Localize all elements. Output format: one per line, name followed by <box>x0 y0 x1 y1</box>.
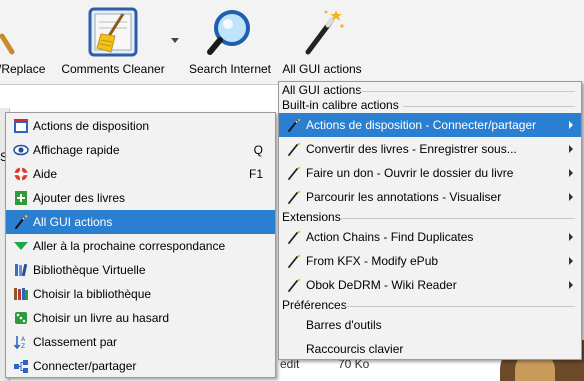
magic-wand-icon <box>288 166 301 180</box>
replace-label: /Replace <box>0 62 46 76</box>
magic-wand-icon <box>288 278 301 292</box>
menu-item-add-books[interactable]: Ajouter des livres <box>6 186 275 210</box>
submenu-item-label: Convertir des livres - Enregistrer sous.… <box>306 142 517 156</box>
comments-cleaner-button[interactable]: Comments Cleaner <box>58 0 168 84</box>
submenu-item-toolbars[interactable]: Barres d'outils <box>279 313 581 337</box>
menu-item-label: Choisir la bibliothèque <box>33 287 152 301</box>
submenu-item-label: Parcourir les annotations - Visualiser <box>306 190 502 204</box>
separator <box>341 218 575 219</box>
submenu-item-label: Barres d'outils <box>306 318 382 332</box>
all-gui-actions-label: All GUI actions <box>282 62 362 76</box>
section-preferences: Préférences <box>282 298 347 312</box>
menu-item-connect-share[interactable]: Connecter/partager <box>6 354 275 378</box>
add-book-icon <box>15 191 27 205</box>
main-toolbar: /Replace Comments Cleaner Search Interne… <box>0 0 584 84</box>
lifebuoy-icon <box>14 167 28 181</box>
menu-item-sort-by[interactable]: A Z Classement par <box>6 330 275 354</box>
menu-item-choose-library[interactable]: Choisir la bibliothèque <box>6 282 275 306</box>
magic-wand-icon <box>288 142 301 156</box>
submenu-item-donate-open-folder[interactable]: Faire un don - Ouvrir le dossier du livr… <box>279 161 581 185</box>
menu-item-all-gui-actions[interactable]: All GUI actions <box>6 210 275 234</box>
submenu-item-layout-connect[interactable]: Actions de disposition - Connecter/parta… <box>279 113 581 137</box>
menu-item-virtual-library[interactable]: Bibliothèque Virtuelle <box>6 258 275 282</box>
eye-icon <box>13 144 29 156</box>
section-extensions: Extensions <box>282 210 341 224</box>
all-gui-actions-submenu: All GUI actions Built-in calibre actions… <box>278 81 582 360</box>
svg-text:Z: Z <box>21 343 25 350</box>
search-internet-label: Search Internet <box>188 62 272 76</box>
all-gui-actions-button[interactable]: All GUI actions <box>278 0 366 84</box>
magic-wand-icon <box>305 10 344 55</box>
submenu-item-label: From KFX - Modify ePub <box>306 254 439 268</box>
menu-item-label: Choisir un livre au hasard <box>33 311 170 325</box>
chevron-right-icon <box>569 233 573 241</box>
magic-wand-icon <box>288 230 301 244</box>
separator <box>403 106 575 107</box>
search-internet-button[interactable]: Search Internet <box>186 0 274 84</box>
separator <box>359 91 575 92</box>
library-icon <box>14 288 28 300</box>
menu-item-label: Bibliothèque Virtuelle <box>33 263 146 277</box>
submenu-item-action-chains[interactable]: Action Chains - Find Duplicates <box>279 225 581 249</box>
menu-item-shortcut: Q <box>253 143 263 157</box>
menu-item-label: Ajouter des livres <box>33 191 126 205</box>
dice-icon <box>15 312 27 324</box>
magic-wand-icon <box>288 254 301 268</box>
comments-cleaner-label: Comments Cleaner <box>61 62 165 76</box>
broom-partial-icon <box>0 33 15 55</box>
separator <box>345 306 575 307</box>
menu-item-random-book[interactable]: Choisir un livre au hasard <box>6 306 275 330</box>
submenu-item-label: Obok DeDRM - Wiki Reader <box>306 278 457 292</box>
green-arrow-down-icon <box>14 242 28 250</box>
submenu-item-convert-save[interactable]: Convertir des livres - Enregistrer sous.… <box>279 137 581 161</box>
submenu-item-label: Action Chains - Find Duplicates <box>306 230 474 244</box>
submenu-item-label: Actions de disposition - Connecter/parta… <box>306 118 537 132</box>
magic-wand-icon <box>15 215 28 229</box>
chevron-right-icon <box>569 193 573 201</box>
comments-cleaner-dropdown-arrow[interactable] <box>171 38 179 43</box>
chevron-right-icon <box>569 281 573 289</box>
magic-wand-icon <box>288 190 301 204</box>
submenu-item-label: Faire un don - Ouvrir le dossier du livr… <box>306 166 514 180</box>
chevron-right-icon <box>569 121 573 129</box>
section-builtin: Built-in calibre actions <box>282 98 399 112</box>
menu-item-layout-actions[interactable]: Actions de disposition <box>6 114 275 138</box>
broom-icon <box>88 7 138 57</box>
menu-item-label: All GUI actions <box>33 215 113 229</box>
menu-item-label: Classement par <box>33 335 118 349</box>
layout-icon <box>14 119 28 133</box>
actions-menu: Actions de disposition Affichage rapide … <box>5 112 276 378</box>
chevron-right-icon <box>569 169 573 177</box>
menu-item-label: Aller à la prochaine correspondance <box>33 239 226 253</box>
menu-item-label: Aide <box>33 167 58 181</box>
menu-item-label: Affichage rapide <box>33 143 120 157</box>
chevron-right-icon <box>569 257 573 265</box>
submenu-item-keyboard-shortcuts[interactable]: Raccourcis clavier <box>279 337 581 361</box>
menu-item-label: Actions de disposition <box>33 119 150 133</box>
submenu-item-label: Raccourcis clavier <box>306 342 404 356</box>
svg-text:A: A <box>21 336 26 343</box>
connect-share-icon <box>14 360 28 373</box>
menu-item-shortcut: F1 <box>248 167 263 181</box>
submenu-title: All GUI actions <box>282 83 362 97</box>
menu-item-label: Connecter/partager <box>33 359 137 373</box>
replace-button[interactable]: /Replace <box>0 0 50 84</box>
sort-az-icon: A Z <box>13 336 26 350</box>
chevron-right-icon <box>569 145 573 153</box>
submenu-item-annotations-view[interactable]: Parcourir les annotations - Visualiser <box>279 185 581 209</box>
books-icon <box>15 263 28 277</box>
magic-wand-icon <box>288 118 301 132</box>
menu-item-quick-view[interactable]: Affichage rapide Q <box>6 138 275 162</box>
submenu-item-kfx-epub[interactable]: From KFX - Modify ePub <box>279 249 581 273</box>
menu-item-next-match[interactable]: Aller à la prochaine correspondance <box>6 234 275 258</box>
menu-item-help[interactable]: Aide F1 <box>6 162 275 186</box>
magnifier-icon <box>207 10 250 55</box>
submenu-item-obok-wiki[interactable]: Obok DeDRM - Wiki Reader <box>279 273 581 297</box>
